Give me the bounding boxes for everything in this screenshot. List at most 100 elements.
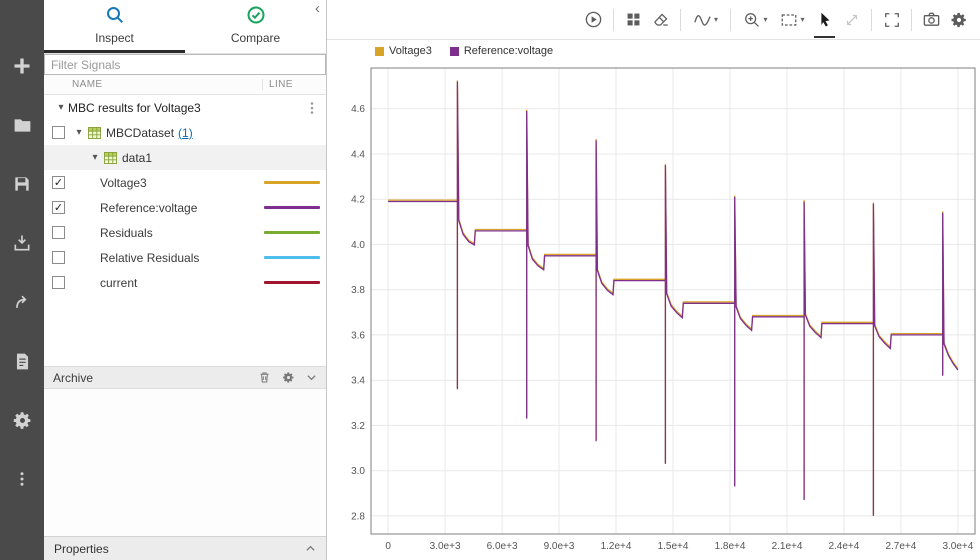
toolbar-separator <box>613 8 614 31</box>
svg-text:6.0e+3: 6.0e+3 <box>487 541 518 552</box>
signal-line-swatch <box>264 181 320 184</box>
legend-swatch <box>375 46 384 56</box>
create-report-icon[interactable] <box>10 349 34 373</box>
maximize-button[interactable] <box>878 0 905 40</box>
dataset-row[interactable]: ▾ MBCDataset (1) <box>44 120 326 145</box>
chevron-down-icon: ▾ <box>800 15 805 24</box>
svg-text:4.2: 4.2 <box>351 195 365 206</box>
open-folder-icon[interactable] <box>10 113 34 137</box>
chevron-up-icon[interactable] <box>305 543 316 554</box>
run-group-row[interactable]: ▾ MBC results for Voltage3 <box>44 95 326 120</box>
signal-trace-button[interactable]: ▾ <box>687 0 724 40</box>
signal-row-relative-residuals[interactable]: Relative Residuals <box>44 245 326 270</box>
svg-text:1.2e+4: 1.2e+4 <box>601 541 632 552</box>
subplot-layout-button[interactable] <box>620 0 647 40</box>
run-compare-button[interactable] <box>580 0 607 40</box>
dataset-icon <box>88 126 101 139</box>
column-name: NAME <box>72 79 103 90</box>
collapse-caret-icon[interactable]: ▾ <box>88 152 102 163</box>
tab-inspect-label: Inspect <box>95 31 134 45</box>
panel-tabs: Inspect Compare <box>44 0 326 54</box>
svg-text:4.6: 4.6 <box>351 104 365 115</box>
tab-compare[interactable]: Compare <box>185 0 326 53</box>
signal-plot[interactable]: 0 3.0e+3 6.0e+3 9.0e+3 1.2e+4 1.5e+4 1.8e+4 2.1… <box>327 62 980 560</box>
group-menu-icon[interactable] <box>306 101 318 115</box>
svg-text:3.4: 3.4 <box>351 376 365 387</box>
signal-row-voltage3[interactable]: Voltage3 <box>44 170 326 195</box>
search-icon <box>105 5 125 28</box>
signal-checkbox[interactable] <box>52 201 65 214</box>
snapshot-camera-icon[interactable] <box>918 0 945 40</box>
save-icon[interactable] <box>10 172 34 196</box>
tab-compare-label: Compare <box>230 31 281 45</box>
archive-bar[interactable]: Archive <box>44 366 326 389</box>
legend-label: Reference:voltage <box>463 45 554 57</box>
check-circle-icon <box>246 5 266 28</box>
trash-icon[interactable] <box>258 371 271 384</box>
signal-line-swatch <box>264 281 320 284</box>
legend-item-reference-voltage[interactable]: Reference:voltage <box>449 45 554 57</box>
collapse-caret-icon[interactable]: ▾ <box>54 102 68 113</box>
svg-text:9.0e+3: 9.0e+3 <box>544 541 575 552</box>
signal-checkbox[interactable] <box>52 176 65 189</box>
toolbar-separator <box>911 8 912 31</box>
column-line: LINE <box>262 79 326 90</box>
preferences-gear-icon[interactable] <box>10 408 34 432</box>
signal-table-header: NAME LINE <box>44 75 326 95</box>
archive-empty-area <box>44 389 326 536</box>
signal-label: Residuals <box>100 225 153 240</box>
plot-area: ▾ ▾ ▾ Voltage3 Reference:voltage 0 3.0e+… <box>327 0 980 560</box>
svg-text:3.2: 3.2 <box>351 421 365 432</box>
chevron-down-icon[interactable] <box>306 372 317 383</box>
collapse-caret-icon[interactable]: ▾ <box>72 127 86 138</box>
select-cursor-button[interactable] <box>811 0 838 40</box>
more-options-icon[interactable] <box>10 467 34 491</box>
signal-checkbox[interactable] <box>52 276 65 289</box>
signal-label: Reference:voltage <box>100 200 198 215</box>
new-icon[interactable] <box>10 54 34 78</box>
pan-diagonal-button <box>838 0 865 40</box>
export-icon[interactable] <box>10 290 34 314</box>
signal-checkbox[interactable] <box>52 226 65 239</box>
signal-row-reference-voltage[interactable]: Reference:voltage <box>44 195 326 220</box>
signal-checkbox[interactable] <box>52 251 65 264</box>
zoom-in-button[interactable]: ▾ <box>737 0 774 40</box>
import-icon[interactable] <box>10 231 34 255</box>
data1-row[interactable]: ▾ data1 <box>44 145 326 170</box>
signal-browser-panel: ‹ Inspect Compare NAME LINE ▾ MBC result… <box>44 0 327 560</box>
properties-bar[interactable]: Properties <box>44 536 326 560</box>
svg-text:3.0: 3.0 <box>351 466 365 477</box>
chart-container[interactable]: 0 3.0e+3 6.0e+3 9.0e+3 1.2e+4 1.5e+4 1.8e+4 2.1… <box>327 62 980 560</box>
toolbar-separator <box>680 8 681 31</box>
svg-text:0: 0 <box>385 541 391 552</box>
fit-to-view-button[interactable]: ▾ <box>774 0 811 40</box>
svg-text:2.8: 2.8 <box>351 511 365 522</box>
signal-line-swatch <box>264 231 320 234</box>
panel-spacer <box>44 295 326 366</box>
signal-line-swatch <box>264 256 320 259</box>
subgroup-label: data1 <box>122 150 153 165</box>
dataset-label: MBCDataset <box>106 125 175 140</box>
legend-item-voltage3[interactable]: Voltage3 <box>375 45 432 57</box>
app-rail <box>0 0 44 560</box>
properties-label: Properties <box>54 541 109 556</box>
svg-text:2.4e+4: 2.4e+4 <box>828 541 859 552</box>
tab-inspect[interactable]: Inspect <box>44 0 185 53</box>
signal-row-residuals[interactable]: Residuals <box>44 220 326 245</box>
archive-settings-gear-icon[interactable] <box>282 371 295 384</box>
legend-label: Voltage3 <box>389 45 432 57</box>
dataset-checkbox[interactable] <box>52 126 65 139</box>
signal-row-current[interactable]: current <box>44 270 326 295</box>
svg-text:1.5e+4: 1.5e+4 <box>658 541 689 552</box>
clear-plots-eraser-icon[interactable] <box>647 0 674 40</box>
svg-text:4.4: 4.4 <box>351 150 365 161</box>
plot-settings-gear-icon[interactable] <box>945 0 972 40</box>
filter-signals-input[interactable] <box>44 54 326 75</box>
svg-text:3.8: 3.8 <box>351 285 365 296</box>
archive-label: Archive <box>53 370 94 385</box>
dataset-count-link[interactable]: (1) <box>178 126 193 140</box>
plot-toolbar: ▾ ▾ ▾ <box>327 0 980 40</box>
run-group-label: MBC results for Voltage3 <box>68 100 201 115</box>
svg-text:3.6: 3.6 <box>351 330 365 341</box>
collapse-panel-icon[interactable]: ‹ <box>315 1 320 16</box>
